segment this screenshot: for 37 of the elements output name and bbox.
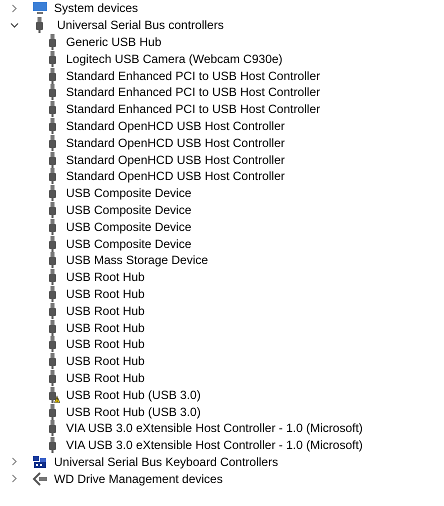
device-label[interactable]: Generic USB Hub: [66, 34, 162, 49]
device-label[interactable]: Standard OpenHCD USB Host Controller: [66, 169, 285, 184]
device-label[interactable]: VIA USB 3.0 eXtensible Host Controller - 1.0 (Microsoft): [66, 438, 363, 452]
category-label[interactable]: System devices: [54, 1, 138, 16]
device-label[interactable]: USB Root Hub: [66, 270, 145, 284]
keyboard-plug-icon: [32, 454, 48, 469]
collapse-icon[interactable]: [10, 20, 19, 30]
device-label[interactable]: USB Composite Device: [66, 236, 192, 251]
category-label[interactable]: Universal Serial Bus Keyboard Controllers: [54, 454, 278, 469]
device-label[interactable]: USB Root Hub: [66, 337, 145, 352]
device-label[interactable]: USB Root Hub (USB 3.0): [66, 388, 201, 402]
device-label[interactable]: Standard OpenHCD USB Host Controller: [66, 152, 285, 167]
device-label[interactable]: Standard Enhanced PCI to USB Host Controller: [66, 85, 320, 100]
device-label[interactable]: USB Root Hub: [66, 370, 145, 385]
category-label[interactable]: Universal Serial Bus controllers: [57, 18, 224, 32]
usb-plug-icon: [35, 17, 44, 34]
device-label[interactable]: USB Composite Device: [66, 220, 192, 234]
device-label[interactable]: USB Composite Device: [66, 186, 192, 200]
device-label[interactable]: Standard Enhanced PCI to USB Host Controller: [66, 102, 320, 116]
device-label[interactable]: USB Root Hub: [66, 286, 145, 301]
category-label[interactable]: WD Drive Management devices: [54, 472, 223, 486]
computer-icon: [32, 1, 48, 16]
device-label[interactable]: Standard OpenHCD USB Host Controller: [66, 118, 285, 133]
device-label[interactable]: USB Mass Storage Device: [66, 253, 208, 268]
expand-icon[interactable]: [10, 4, 19, 13]
device-label[interactable]: VIA USB 3.0 eXtensible Host Controller - 1.0 (Microsoft): [66, 421, 363, 436]
device-label[interactable]: USB Composite Device: [66, 202, 192, 217]
device-label[interactable]: Standard OpenHCD USB Host Controller: [66, 136, 285, 150]
device-label[interactable]: USB Root Hub: [66, 354, 145, 368]
device-label[interactable]: Logitech USB Camera (Webcam C930e): [66, 52, 283, 66]
device-label[interactable]: Standard Enhanced PCI to USB Host Controller: [66, 68, 320, 83]
device-label[interactable]: USB Root Hub: [66, 320, 145, 335]
drive-icon: [32, 472, 48, 486]
device-label[interactable]: USB Root Hub: [66, 304, 145, 318]
expand-icon[interactable]: [10, 457, 19, 466]
device-label[interactable]: USB Root Hub (USB 3.0): [66, 404, 201, 419]
expand-icon[interactable]: [10, 474, 19, 484]
